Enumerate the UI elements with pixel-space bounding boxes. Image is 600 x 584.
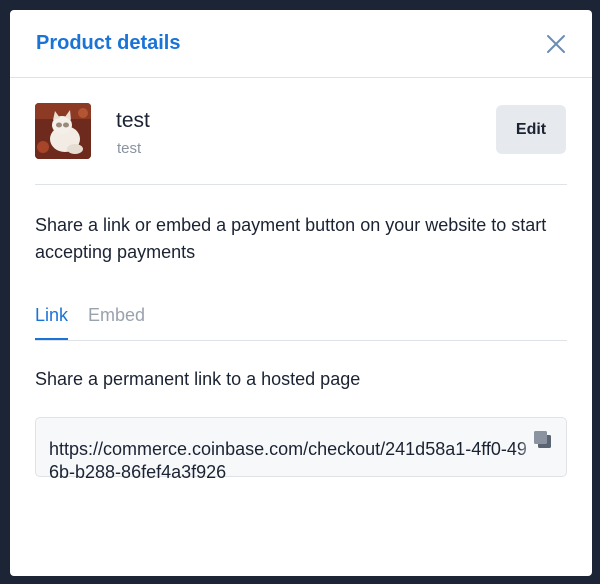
link-panel-description: Share a permanent link to a hosted page <box>35 369 361 389</box>
tab-embed[interactable]: Embed <box>88 304 145 340</box>
close-icon[interactable] <box>546 34 566 54</box>
close-button[interactable] <box>544 32 568 56</box>
product-details-modal: Product details test test Edit Share a l… <box>10 10 592 576</box>
copy-button[interactable] <box>531 428 555 452</box>
tab-link[interactable]: Link <box>35 304 69 340</box>
modal-title: Product details <box>36 32 181 54</box>
share-description: Share a link or embed a payment button o… <box>35 215 547 262</box>
edit-button[interactable]: Edit <box>496 105 566 154</box>
modal-body: test test Edit Share a link or embed a p… <box>10 78 592 482</box>
kitten-image-icon <box>35 103 91 159</box>
checkout-link-field[interactable]: https://commerce.coinbase.com/checkout/2… <box>35 417 567 482</box>
product-description: test <box>117 140 142 157</box>
checkout-link-url[interactable]: https://commerce.coinbase.com/checkout/2… <box>49 438 529 484</box>
product-thumbnail <box>35 103 91 159</box>
product-name: test <box>116 109 150 132</box>
copy-icon[interactable] <box>531 428 555 452</box>
product-summary: test test Edit <box>35 78 567 185</box>
share-tabs: Link Embed <box>35 304 567 341</box>
modal-header: Product details <box>10 10 592 78</box>
